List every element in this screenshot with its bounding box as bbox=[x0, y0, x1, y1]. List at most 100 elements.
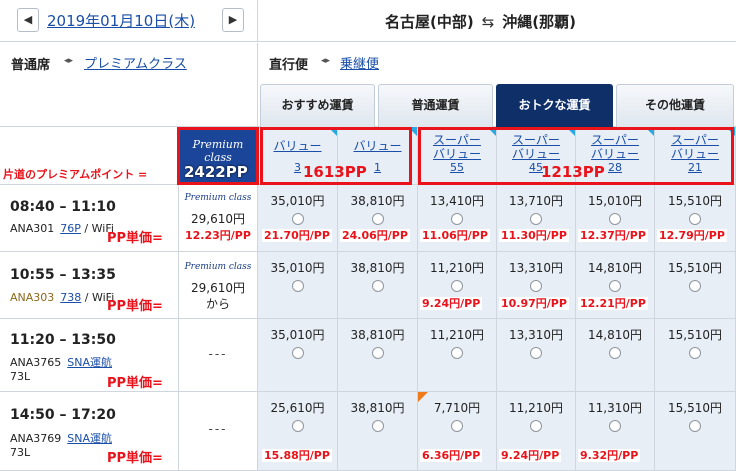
fare-cell[interactable]: 11,210円 bbox=[418, 319, 497, 392]
tab-other[interactable]: その他運賃 bbox=[616, 84, 734, 127]
fare-radio[interactable] bbox=[530, 420, 542, 432]
fare-price: 11,210円 bbox=[430, 261, 484, 275]
fare-radio[interactable] bbox=[371, 213, 384, 225]
seat-class-toggle: 普通席 ◂▸ プレミアムクラス bbox=[0, 43, 258, 80]
fare-radio[interactable] bbox=[451, 347, 463, 359]
value-pp-value: 1613PP bbox=[303, 163, 367, 181]
fare-cell[interactable]: 38,810円 bbox=[338, 252, 418, 319]
premium-unavailable: --- bbox=[208, 347, 228, 361]
fare-radio[interactable] bbox=[689, 347, 701, 359]
date-link[interactable]: 2019年01月10日(木) bbox=[47, 10, 195, 31]
fare-cell[interactable]: 15,510円 bbox=[655, 392, 736, 471]
flight-time: 08:40 – 11:10 bbox=[10, 199, 116, 215]
fare-radio[interactable] bbox=[371, 420, 384, 432]
fare-price: 13,710円 bbox=[509, 194, 563, 208]
pp-unit-value: 24.06円/PP bbox=[340, 229, 410, 242]
pp-unit-value: 11.06円/PP bbox=[420, 229, 490, 242]
fare-radio[interactable] bbox=[451, 420, 463, 432]
fare-radio[interactable] bbox=[291, 213, 304, 225]
flight-time: 14:50 – 17:20 bbox=[10, 407, 116, 423]
connecting-flights-link[interactable]: 乗継便 bbox=[340, 53, 379, 72]
fare-radio[interactable] bbox=[291, 420, 304, 432]
fare-radio[interactable] bbox=[291, 347, 304, 359]
fare-radio[interactable] bbox=[371, 280, 384, 292]
next-day-button[interactable]: ▶ bbox=[222, 8, 244, 32]
flight-number: ANA3769 SNA運航 bbox=[10, 432, 113, 445]
fare-price: 25,610円 bbox=[270, 401, 325, 415]
fare-cell[interactable]: 15,510円 bbox=[655, 252, 736, 319]
tab-recommended[interactable]: おすすめ運賃 bbox=[260, 84, 375, 127]
pp-unit-value: 9.24円/PP bbox=[499, 449, 562, 462]
aircraft-link[interactable]: 738 bbox=[60, 291, 81, 304]
fare-cell[interactable]: 15,510円 bbox=[655, 319, 736, 392]
fare-price: 11,310円 bbox=[588, 401, 642, 415]
fare-radio[interactable] bbox=[689, 280, 701, 292]
fare-cell[interactable]: 38,810円 bbox=[338, 319, 418, 392]
fare-price: 35,010円 bbox=[270, 328, 325, 342]
fare-radio[interactable] bbox=[689, 420, 701, 432]
fare-radio[interactable] bbox=[451, 280, 463, 292]
fare-radio[interactable] bbox=[291, 280, 304, 292]
fare-price: 14,810円 bbox=[588, 328, 642, 342]
origin-airport: 名古屋(中部) bbox=[385, 13, 474, 31]
pp-unit-value: 6.36円/PP bbox=[420, 449, 483, 462]
flight-time: 11:20 – 13:50 bbox=[10, 332, 116, 348]
fare-cell[interactable]: 38,810円 bbox=[338, 392, 418, 471]
fare-radio[interactable] bbox=[609, 347, 621, 359]
aircraft-link[interactable]: 76P bbox=[60, 222, 81, 235]
premium-class-logo: Premium class bbox=[184, 193, 252, 203]
premium-unavailable: --- bbox=[208, 422, 228, 436]
pp-unit-value: 10.97円/PP bbox=[499, 297, 569, 310]
operator-link[interactable]: SNA運航 bbox=[67, 432, 112, 445]
fare-price: 38,810円 bbox=[350, 261, 405, 275]
route-date-bar: ◀ 2019年01月10日(木) ▶ 名古屋(中部) ⇆ 沖縄(那覇) bbox=[0, 0, 736, 42]
premium-class-logo: Premium class bbox=[184, 262, 252, 272]
fare-price: 38,810円 bbox=[350, 194, 405, 208]
fare-cell[interactable]: 35,010円 bbox=[258, 319, 338, 392]
fare-radio[interactable] bbox=[530, 213, 542, 225]
fare-cell[interactable]: 35,010円 bbox=[258, 252, 338, 319]
pp-unit-value: 9.32円/PP bbox=[578, 449, 641, 462]
fare-radio[interactable] bbox=[609, 213, 621, 225]
pp-unit-label: PP単価= bbox=[107, 299, 163, 314]
tab-discount[interactable]: おトクな運賃 bbox=[496, 84, 613, 127]
aircraft-type: 73L bbox=[10, 446, 31, 459]
chevron-right-icon: ▶ bbox=[228, 13, 238, 26]
prev-day-button[interactable]: ◀ bbox=[17, 8, 39, 32]
fare-radio[interactable] bbox=[689, 213, 701, 225]
premium-class-link[interactable]: プレミアムクラス bbox=[84, 53, 187, 72]
swap-icon[interactable]: ⇆ bbox=[482, 13, 495, 31]
flight-number: ANA3765 SNA運航 bbox=[10, 356, 113, 369]
premium-pp-value: 2422PP bbox=[184, 163, 248, 181]
operator-link[interactable]: SNA運航 bbox=[67, 356, 112, 369]
fare-price: 15,010円 bbox=[588, 194, 642, 208]
fare-price: 13,410円 bbox=[430, 194, 484, 208]
fare-cell[interactable]: 13,310円 bbox=[497, 319, 576, 392]
blank-header-area bbox=[0, 80, 258, 127]
fare-radio[interactable] bbox=[451, 213, 463, 225]
fare-price: 13,310円 bbox=[509, 261, 563, 275]
fare-cell[interactable]: 14,810円 bbox=[576, 319, 655, 392]
fare-radio[interactable] bbox=[609, 420, 621, 432]
fare-price: 15,510円 bbox=[668, 194, 722, 208]
flight-time: 10:55 – 13:35 bbox=[10, 267, 116, 283]
toggle-arrows-icon: ◂▸ bbox=[321, 56, 331, 66]
fare-radio[interactable] bbox=[530, 280, 542, 292]
fare-price: 38,810円 bbox=[350, 401, 405, 415]
fare-radio[interactable] bbox=[609, 280, 621, 292]
pp-unit-value: 12.79円/PP bbox=[657, 229, 727, 242]
fare-price: 15,510円 bbox=[668, 261, 722, 275]
tab-normal[interactable]: 普通運賃 bbox=[378, 84, 493, 127]
premium-price: 29,610円 bbox=[191, 281, 245, 295]
date-selector: ◀ 2019年01月10日(木) ▶ bbox=[0, 0, 258, 42]
fare-radio[interactable] bbox=[530, 347, 542, 359]
premium-fare-cell: --- bbox=[179, 319, 258, 392]
super-value-pp-value: 1213PP bbox=[541, 163, 605, 181]
toggle-arrows-icon: ◂▸ bbox=[64, 56, 74, 66]
fare-radio[interactable] bbox=[371, 347, 384, 359]
fare-price: 11,210円 bbox=[430, 328, 484, 342]
premium-fare-cell[interactable]: Premium class 29,610円 から bbox=[179, 252, 258, 319]
pp-unit-label: PP単価= bbox=[107, 376, 163, 391]
fare-price: 11,210円 bbox=[509, 401, 563, 415]
premium-price-suffix: から bbox=[205, 297, 230, 311]
